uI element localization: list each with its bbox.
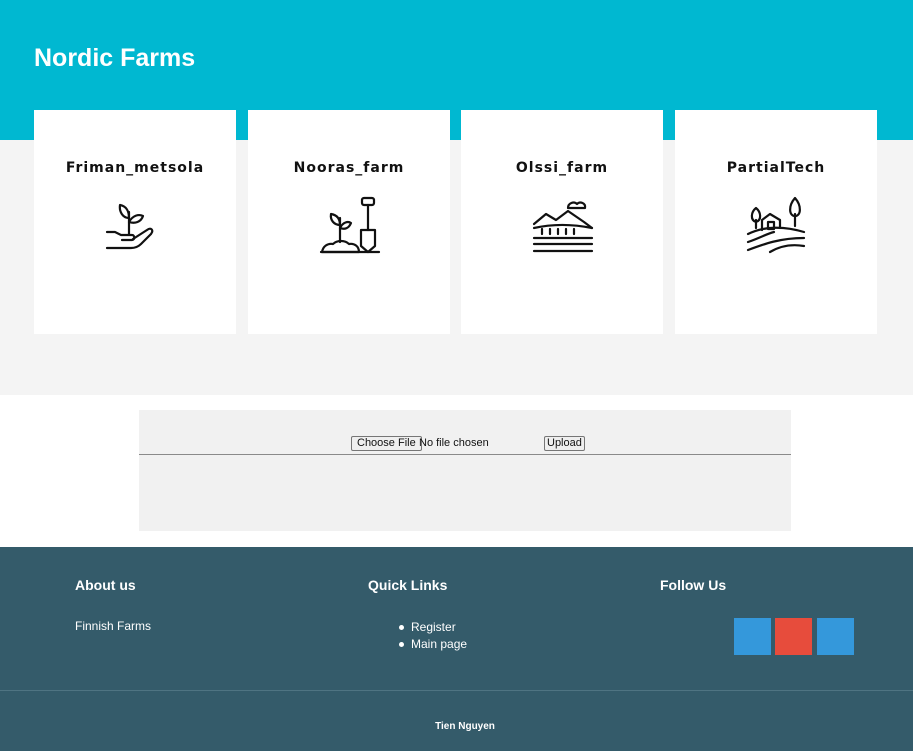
upload-panel: Choose File No file chosen Upload	[139, 410, 791, 531]
about-us-heading: About us	[75, 577, 136, 593]
shovel-seedling-icon	[319, 194, 381, 258]
file-status-text: No file chosen	[419, 437, 489, 449]
site-title: Nordic Farms	[34, 44, 196, 72]
social-icon-2[interactable]	[775, 618, 812, 655]
divider	[139, 454, 791, 455]
social-icon-3[interactable]	[817, 618, 854, 655]
quick-link-register[interactable]: Register	[399, 619, 467, 636]
farm-card-nooras-farm[interactable]: Nooras_farm	[248, 110, 450, 334]
upload-button[interactable]: Upload	[544, 436, 585, 451]
farm-card-olssi-farm[interactable]: Olssi_farm	[461, 110, 663, 334]
hand-sprout-icon	[105, 194, 167, 258]
farm-card-partialtech[interactable]: PartialTech	[675, 110, 877, 334]
follow-us-heading: Follow Us	[660, 577, 727, 593]
author-credit: Tien Nguyen	[435, 721, 495, 732]
footer-divider	[0, 690, 913, 691]
quick-links-list: Register Main page	[399, 619, 467, 653]
farm-name: Olssi_farm	[515, 160, 609, 176]
field-landscape-icon	[532, 194, 594, 258]
farm-card-friman-metsola[interactable]: Friman_metsola	[34, 110, 236, 334]
about-us-text: Finnish Farms	[75, 619, 152, 633]
barn-trees-icon	[746, 194, 808, 258]
farm-name: PartialTech	[726, 160, 826, 176]
social-icon-1[interactable]	[734, 618, 771, 655]
footer: About us Finnish Farms Quick Links Regis…	[0, 547, 913, 751]
quick-link-main-page[interactable]: Main page	[399, 636, 467, 653]
farm-name: Nooras_farm	[293, 160, 405, 176]
choose-file-button[interactable]: Choose File	[351, 436, 422, 451]
quick-links-heading: Quick Links	[368, 577, 448, 593]
farm-name: Friman_metsola	[65, 160, 205, 176]
